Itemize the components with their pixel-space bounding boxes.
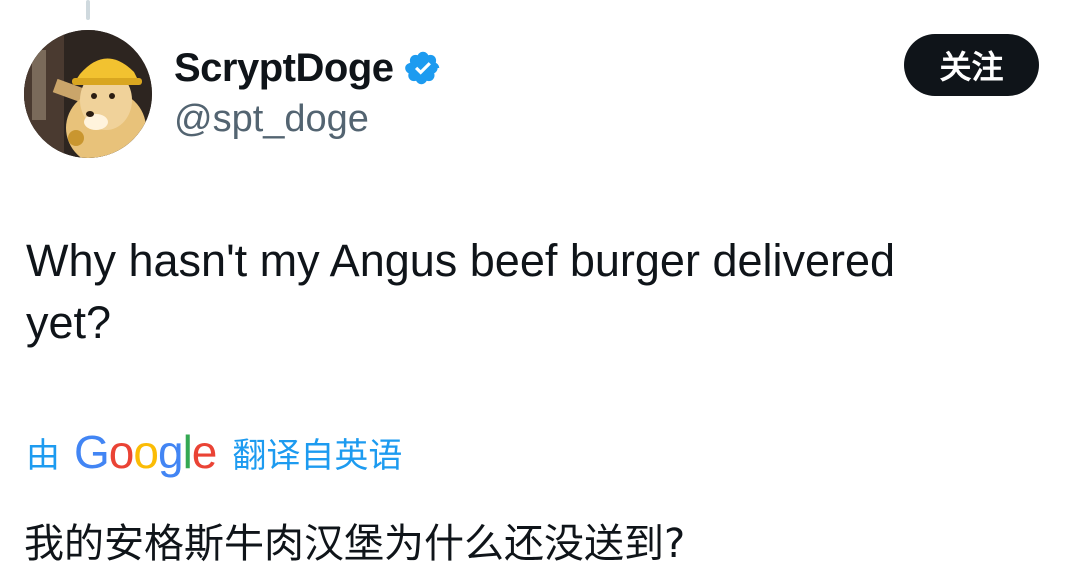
- tweet-text: Why hasn't my Angus beef burger delivere…: [26, 230, 1066, 354]
- translation-attribution[interactable]: 由 Google 翻译自英语: [26, 424, 402, 480]
- author-handle[interactable]: @spt_doge: [174, 98, 369, 141]
- translated-from-link[interactable]: 翻译自英语: [232, 428, 402, 477]
- author-name-row[interactable]: ScryptDoge: [174, 40, 442, 96]
- google-logo: Google: [74, 426, 217, 478]
- thread-connector-line: [86, 0, 90, 20]
- follow-button[interactable]: 关注: [904, 34, 1039, 96]
- translated-by-label: 由: [26, 435, 60, 476]
- avatar[interactable]: [24, 30, 152, 158]
- author-display-name[interactable]: ScryptDoge: [174, 46, 394, 91]
- tweet-text-line: yet?: [26, 297, 112, 348]
- tweet-text-line: Why hasn't my Angus beef burger delivere…: [26, 235, 896, 286]
- doge-avatar-icon: [24, 30, 152, 158]
- verified-badge-icon: [404, 49, 442, 87]
- translated-text: 我的安格斯牛肉汉堡为什么还没送到?: [24, 521, 686, 567]
